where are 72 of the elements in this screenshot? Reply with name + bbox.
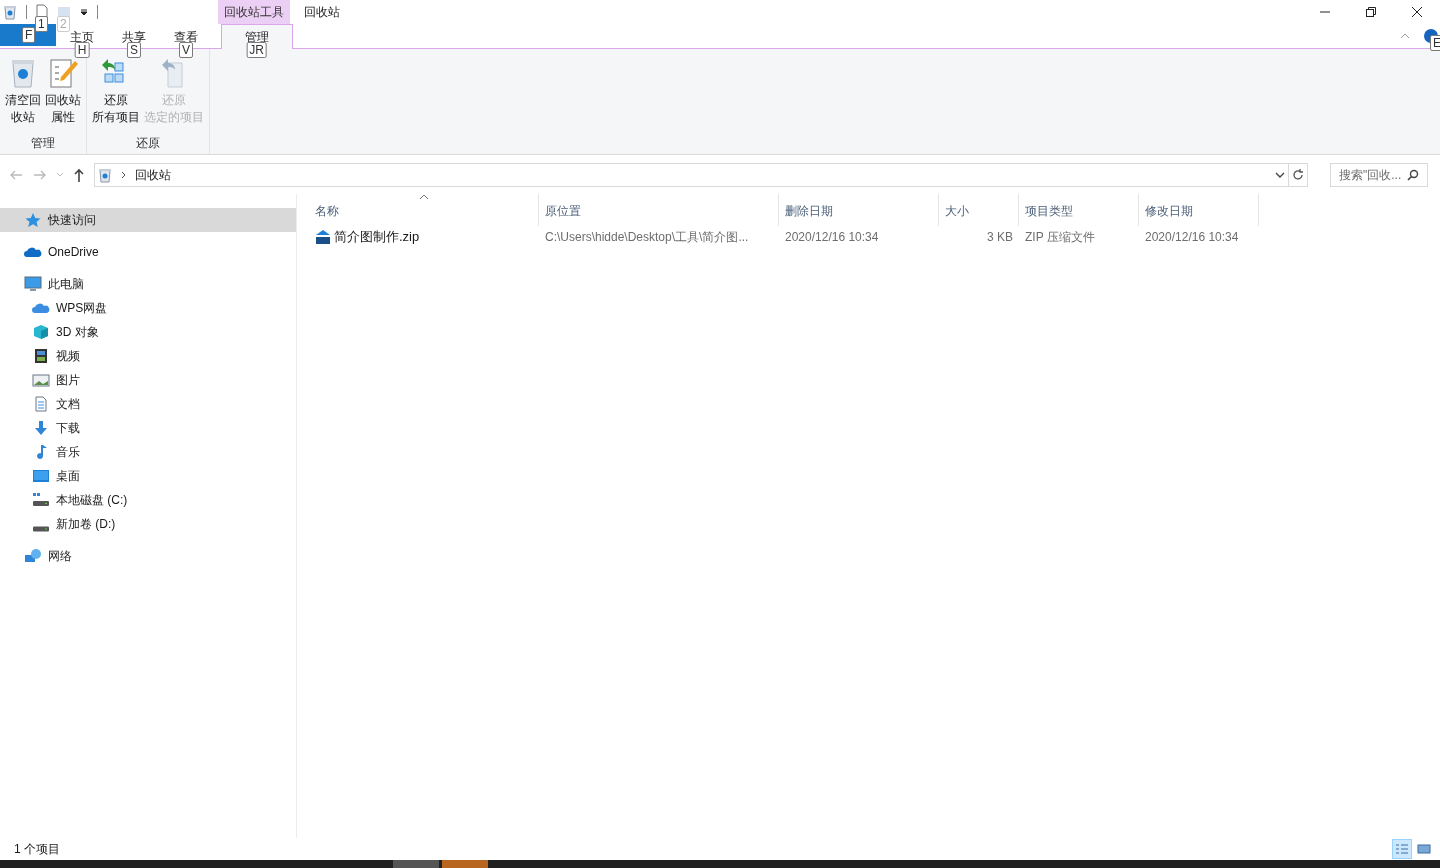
zip-file-icon	[315, 229, 331, 245]
nav-item[interactable]: 图片	[0, 368, 296, 392]
nav-item[interactable]: 桌面	[0, 464, 296, 488]
table-cell-text: 2020/12/16 10:34	[785, 229, 879, 246]
network-icon	[24, 548, 42, 564]
drive-icon	[32, 492, 50, 508]
breadcrumb-chevron-icon	[121, 171, 127, 179]
table-cell-text: ZIP 压缩文件	[1025, 229, 1095, 246]
breadcrumb-item[interactable]: 回收站	[135, 166, 171, 184]
star-icon	[24, 212, 42, 228]
nav-item[interactable]: 视频	[0, 344, 296, 368]
keytip: E	[1430, 35, 1440, 51]
film-icon	[32, 348, 50, 364]
ribbon-button[interactable]: 回收站 属性	[44, 57, 82, 126]
nav-item[interactable]: 下载	[0, 416, 296, 440]
cube-icon	[32, 324, 50, 340]
nav-item[interactable]: 新加卷 (D:)	[0, 512, 296, 536]
collapse-ribbon-icon[interactable]	[1400, 32, 1410, 40]
up-arrow-icon[interactable]	[72, 167, 86, 183]
group-label: 还原	[136, 135, 160, 152]
table-cell-text: C:\Users\hidde\Desktop\工具\简介图...	[545, 229, 749, 246]
nav-item[interactable]: 3D 对象	[0, 320, 296, 344]
keytip: F	[22, 27, 36, 43]
nav-item[interactable]: 网络	[0, 544, 296, 568]
picture-frame-icon	[1417, 843, 1431, 855]
dropdown-caret-icon[interactable]	[79, 7, 89, 17]
group-label: 管理	[31, 135, 55, 152]
recycle-bin-icon	[2, 4, 18, 20]
restore-icon	[1366, 7, 1376, 17]
item-count: 1 个项目	[14, 841, 60, 858]
nav-item[interactable]: WPS网盘	[0, 296, 296, 320]
table-cell-text: 3 KB	[987, 229, 1013, 246]
nav-item[interactable]: OneDrive	[0, 240, 296, 264]
document-pencil-icon	[47, 57, 79, 89]
column-header[interactable]: 名称	[309, 194, 539, 226]
drive-icon	[32, 526, 50, 532]
nav-item[interactable]: 音乐	[0, 440, 296, 464]
close-icon	[1411, 6, 1423, 18]
ribbon-button[interactable]: 清空回 收站	[4, 57, 42, 126]
nav-item[interactable]: 本地磁盘 (C:)	[0, 488, 296, 512]
desktop-icon	[32, 468, 50, 484]
image-icon	[32, 372, 50, 388]
recycle-bin-icon	[97, 167, 113, 183]
column-header[interactable]: 大小	[939, 194, 1019, 226]
download-arrow-icon	[32, 420, 50, 436]
sort-ascending-icon	[419, 194, 429, 200]
keytip: S	[127, 42, 141, 58]
column-header[interactable]: 项目类型	[1019, 194, 1139, 226]
column-header[interactable]: 修改日期	[1139, 194, 1259, 226]
keytip: 1	[35, 16, 48, 32]
details-view-button[interactable]	[1392, 839, 1412, 859]
search-icon	[1407, 169, 1419, 181]
table-cell-text: 2020/12/16 10:34	[1145, 229, 1239, 246]
keytip: 2	[57, 16, 70, 32]
document-icon	[32, 396, 50, 412]
context-tab-group-label: 回收站工具	[218, 0, 290, 24]
keytip: JR	[246, 42, 267, 58]
keytip: V	[179, 42, 193, 58]
monitor-icon	[24, 276, 42, 292]
keytip: H	[74, 42, 90, 58]
nav-item[interactable]: 此电脑	[0, 272, 296, 296]
list-icon	[1395, 843, 1409, 855]
ribbon-button[interactable]: 还原 所有项目	[91, 57, 141, 126]
nav-item[interactable]: 文档	[0, 392, 296, 416]
column-header[interactable]: 删除日期	[779, 194, 939, 226]
minimize-icon	[1320, 11, 1330, 13]
column-header[interactable]: 原位置	[539, 194, 779, 226]
window-title: 回收站	[304, 4, 340, 21]
address-field[interactable]: 回收站	[94, 163, 1308, 187]
search-field[interactable]: 搜索"回收...	[1330, 163, 1428, 187]
table-cell[interactable]: 简介图制作.zip	[334, 227, 420, 247]
nav-item[interactable]: 快速访问	[0, 208, 296, 232]
